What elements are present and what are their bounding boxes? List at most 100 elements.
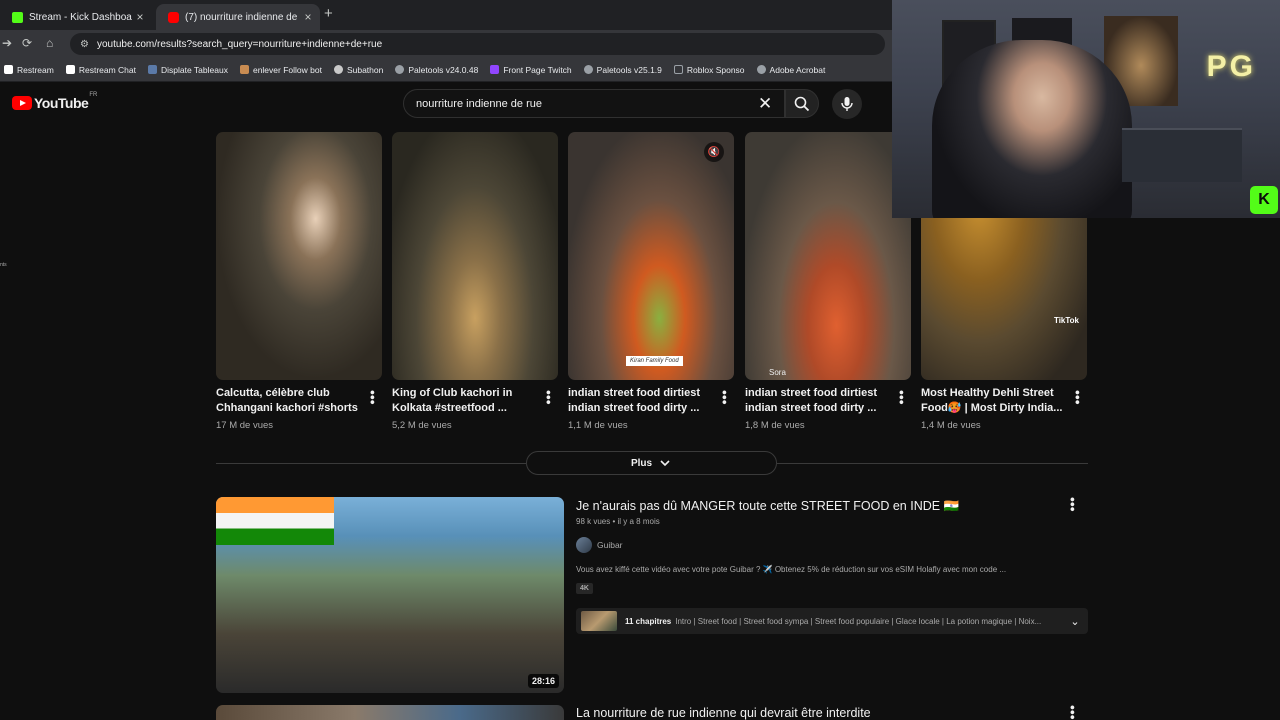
address-bar-row: ➔ ⟳ ⌂ ⚙ youtube.com/results?search_query… (0, 30, 892, 58)
more-options-icon[interactable]: ••• (365, 390, 381, 405)
more-options-icon[interactable]: ••• (717, 390, 733, 405)
follow-bot-icon (239, 65, 249, 74)
bookmark-paletools-25[interactable]: Paletools v25.1.9 (583, 65, 662, 75)
globe-icon (395, 65, 405, 74)
video-title[interactable]: Je n'aurais pas dû MANGER toute cette ST… (576, 499, 959, 514)
bookmark-roblox[interactable]: Roblox Sponso (673, 65, 745, 75)
short-thumbnail[interactable] (216, 132, 382, 380)
chevron-down-icon (660, 460, 670, 467)
bookmark-follow-bot[interactable]: enlever Follow bot (239, 65, 322, 75)
mute-icon[interactable]: 🔇 (704, 142, 724, 162)
short-card[interactable]: Calcutta, célèbre club Chhangani kachori… (216, 132, 382, 431)
close-tab-icon[interactable]: × (132, 10, 148, 24)
home-icon[interactable]: ⌂ (46, 36, 53, 50)
sidebar-fragment: nts (0, 262, 7, 268)
watermark-label: TikTok (1053, 316, 1079, 325)
chapters-count: 11 chapitres (625, 616, 672, 626)
short-views: 1,1 M de vues (568, 420, 628, 431)
show-more-button[interactable]: Plus (526, 451, 777, 475)
short-title[interactable]: King of Club kachori in Kolkata #streetf… (392, 386, 538, 416)
flag-graphic (216, 497, 334, 545)
more-options-icon[interactable]: ••• (894, 390, 910, 405)
webcam-overlay: PG K (892, 0, 1280, 218)
browser-tab-youtube[interactable]: (7) nourriture indienne de rue × (156, 4, 320, 30)
stream-overlay-text: PG (1206, 50, 1256, 83)
short-views: 1,4 M de vues (921, 420, 981, 431)
more-options-icon[interactable]: ••• (541, 390, 557, 405)
restream-icon (65, 65, 75, 74)
show-more-label: Plus (630, 457, 653, 469)
channel-link[interactable]: Guibar (576, 537, 623, 553)
globe-icon (756, 65, 766, 74)
youtube-logo[interactable]: YouTube FR (12, 92, 98, 111)
short-card[interactable]: 🔇 Kiran Family Food indian street food d… (568, 132, 734, 431)
video-thumbnail[interactable] (216, 705, 564, 720)
url-text: youtube.com/results?search_query=nourrit… (96, 38, 383, 50)
voice-search-button[interactable] (832, 89, 862, 119)
more-options-icon[interactable]: ••• (1065, 497, 1081, 512)
short-title[interactable]: Calcutta, célèbre club Chhangani kachori… (216, 386, 362, 416)
chapters-bar[interactable]: 11 chapitres Intro | Street food | Stree… (576, 608, 1088, 634)
more-options-icon[interactable]: ••• (1065, 705, 1081, 720)
bookmark-subathon[interactable]: Subathon (333, 65, 383, 75)
streamer-figure (932, 40, 1132, 218)
bookmark-restream-chat[interactable]: Restream Chat (65, 65, 136, 75)
quality-badge: 4K (576, 583, 593, 594)
region-code: FR (89, 92, 98, 98)
video-thumbnail[interactable]: 28:16 (216, 497, 564, 693)
bookmark-paletools-24[interactable]: Paletools v24.0.48 (395, 65, 478, 75)
video-duration: 28:16 (527, 674, 559, 688)
youtube-play-icon (12, 96, 32, 110)
channel-name[interactable]: Guibar (597, 540, 623, 550)
more-options-icon[interactable]: ••• (1070, 390, 1086, 405)
short-thumbnail[interactable]: 🔇 Kiran Family Food (568, 132, 734, 380)
short-card[interactable]: King of Club kachori in Kolkata #streetf… (392, 132, 558, 431)
new-tab-button[interactable]: + (324, 5, 333, 22)
microphone-icon (841, 97, 853, 111)
restream-icon (4, 65, 13, 74)
subathon-icon (333, 65, 343, 74)
globe-icon (583, 65, 593, 74)
short-thumbnail[interactable] (392, 132, 558, 380)
avatar[interactable] (576, 537, 592, 553)
displate-icon (148, 65, 158, 74)
tab-title: (7) nourriture indienne de rue (185, 11, 300, 23)
short-views: 17 M de vues (216, 420, 274, 431)
bookmark-twitch[interactable]: Front Page Twitch (490, 65, 572, 75)
short-card[interactable]: Sora indian street food dirtiest indian … (745, 132, 911, 431)
chapters-list: Intro | Street food | Street food sympa … (675, 616, 1042, 626)
bookmark-displate[interactable]: Displate Tableaux (148, 65, 228, 75)
youtube-favicon-icon (168, 11, 179, 23)
bookmark-acrobat[interactable]: Adobe Acrobat (756, 65, 825, 75)
watermark-label: Kiran Family Food (626, 356, 683, 366)
search-button[interactable] (785, 89, 819, 118)
folder-icon (673, 65, 683, 74)
forward-arrow-icon[interactable]: ➔ (2, 36, 12, 50)
reload-icon[interactable]: ⟳ (22, 36, 32, 50)
short-thumbnail[interactable]: Sora (745, 132, 911, 380)
search-icon (794, 96, 810, 111)
bookmarks-bar: Restream Restream Chat Displate Tableaux… (0, 58, 892, 82)
video-description: Vous avez kiffé cette vidéo avec votre p… (576, 565, 1007, 574)
chapter-thumbnail (581, 611, 617, 631)
short-views: 1,8 M de vues (745, 420, 805, 431)
url-field[interactable]: ⚙ youtube.com/results?search_query=nourr… (70, 33, 885, 55)
shelf (1122, 128, 1242, 182)
short-title[interactable]: indian street food dirtiest indian stree… (745, 386, 891, 416)
video-meta: 98 k vues • il y a 8 mois (576, 517, 660, 526)
tab-title: Stream - Kick Dashboard (29, 11, 132, 23)
site-settings-icon[interactable]: ⚙ (80, 39, 89, 50)
short-views: 5,2 M de vues (392, 420, 452, 431)
short-title[interactable]: Most Healthy Dehli Street Food🥵 | Most D… (921, 386, 1067, 416)
youtube-wordmark: YouTube (34, 95, 89, 111)
bookmark-restream[interactable]: Restream (4, 65, 54, 75)
short-title[interactable]: indian street food dirtiest indian stree… (568, 386, 714, 416)
close-tab-icon[interactable]: × (300, 10, 316, 24)
video-title[interactable]: La nourriture de rue indienne qui devrai… (576, 706, 871, 720)
kick-favicon-icon (12, 11, 23, 23)
chevron-down-icon[interactable]: ⌄ (1062, 615, 1088, 628)
search-query-text: nourriture indienne de rue (416, 97, 542, 110)
search-input[interactable]: nourriture indienne de rue (403, 89, 785, 118)
browser-tab-kick[interactable]: Stream - Kick Dashboard × (0, 4, 152, 30)
clear-search-icon[interactable]: ✕ (758, 94, 772, 114)
